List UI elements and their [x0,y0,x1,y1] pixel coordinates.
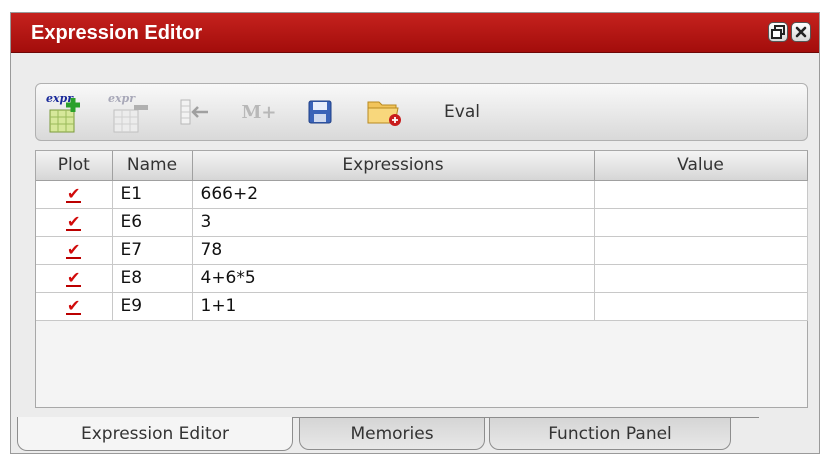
value-cell[interactable] [594,292,808,321]
expression-cell[interactable]: 78 [192,236,595,265]
name-cell[interactable]: E9 [112,292,193,321]
check-icon: ✔ [66,240,82,259]
memory-add-button[interactable]: M+ [234,84,284,140]
tab-expression-editor[interactable]: Expression Editor [17,417,293,451]
plot-checkbox[interactable]: ✔ [36,292,113,321]
table-row[interactable]: ✔ E7 78 [36,236,808,265]
plot-checkbox[interactable]: ✔ [36,236,113,265]
window-title: Expression Editor [31,22,203,44]
tab-function-panel-label: Function Panel [548,423,672,444]
check-icon: ✔ [66,184,82,203]
name-cell[interactable]: E8 [112,264,193,293]
tab-bar: Expression Editor Memories Function Pane… [11,413,819,453]
save-icon [308,100,332,124]
plot-checkbox[interactable]: ✔ [36,264,113,293]
restore-icon[interactable] [768,22,788,42]
name-cell[interactable]: E1 [112,180,193,209]
tab-expression-editor-label: Expression Editor [81,423,229,444]
name-cell[interactable]: E6 [112,208,193,237]
title-bar[interactable]: Expression Editor [11,13,819,53]
value-cell[interactable] [594,180,808,209]
memory-add-label: M+ [241,101,277,123]
table-header-row: Plot Name Expressions Value [36,151,808,181]
tab-memories[interactable]: Memories [299,418,485,450]
close-icon[interactable] [791,22,811,42]
eval-label: Eval [444,102,480,122]
add-expression-label: expr [46,92,74,105]
expression-table: Plot Name Expressions Value ✔ E1 666+2 ✔… [35,150,808,408]
value-cell[interactable] [594,236,808,265]
check-icon: ✔ [66,268,82,287]
check-icon: ✔ [66,212,82,231]
tab-memories-label: Memories [350,423,434,444]
plot-checkbox[interactable]: ✔ [36,180,113,209]
expression-editor-window: Expression Editor expr expr M+ Eval Plot… [10,12,820,454]
name-cell[interactable]: E7 [112,236,193,265]
value-cell[interactable] [594,264,808,293]
save-button[interactable] [302,84,338,140]
eval-button[interactable]: Eval [432,84,492,140]
column-header-expressions[interactable]: Expressions [192,151,595,181]
remove-expression-button[interactable]: expr [106,84,152,140]
expression-cell[interactable]: 1+1 [192,292,595,321]
table-row[interactable]: ✔ E8 4+6*5 [36,264,808,293]
remove-expression-label: expr [108,92,136,105]
tab-function-panel[interactable]: Function Panel [489,418,731,450]
add-expression-button[interactable]: expr [44,84,84,140]
expression-cell[interactable]: 3 [192,208,595,237]
plot-checkbox[interactable]: ✔ [36,208,113,237]
table-row[interactable]: ✔ E6 3 [36,208,808,237]
column-header-plot[interactable]: Plot [36,151,113,181]
table-row[interactable]: ✔ E1 666+2 [36,180,808,209]
check-icon: ✔ [66,296,82,315]
insert-column-button[interactable] [172,84,216,140]
value-cell[interactable] [594,208,808,237]
open-folder-button[interactable] [362,84,406,140]
toolbar: expr expr M+ Eval [35,83,808,141]
expression-cell[interactable]: 666+2 [192,180,595,209]
insert-column-icon [180,99,208,125]
open-folder-icon [367,101,401,126]
expression-cell[interactable]: 4+6*5 [192,264,595,293]
column-header-value[interactable]: Value [594,151,808,181]
table-row[interactable]: ✔ E9 1+1 [36,292,808,321]
column-header-name[interactable]: Name [112,151,193,181]
